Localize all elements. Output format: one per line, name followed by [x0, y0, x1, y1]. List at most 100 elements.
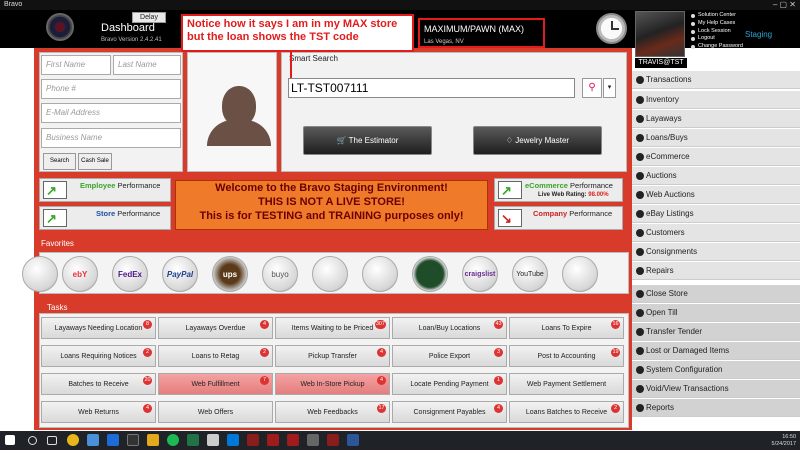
money-favorite-icon[interactable] — [362, 256, 398, 292]
sidebar-item-reports[interactable]: Reports — [632, 399, 800, 417]
task-consignment-payables[interactable]: Consignment Payables 4 — [392, 401, 507, 423]
sidebar-item-close-store[interactable]: Close Store — [632, 285, 800, 303]
change-password-link[interactable]: Change Password — [690, 43, 743, 51]
task-loans-batches-to-receive[interactable]: Loans Batches to Receive 2 — [509, 401, 624, 423]
buyo-favorite-icon[interactable]: buyo — [262, 256, 298, 292]
youtube-favorite-icon[interactable]: YouTube — [512, 256, 548, 292]
fedex-favorite-icon[interactable]: FedEx — [112, 256, 148, 292]
estimator-button[interactable]: 🛒 The Estimator — [303, 126, 432, 155]
excel-icon[interactable] — [187, 434, 199, 446]
logout-link[interactable]: Logout — [690, 35, 743, 43]
app-icon[interactable] — [287, 434, 299, 446]
task-web-offers[interactable]: Web Offers — [158, 401, 273, 423]
solution-center-link[interactable]: Solution Center — [690, 12, 743, 20]
task-count-badge: 20 — [143, 376, 152, 385]
task-count-badge: 307 — [374, 320, 386, 329]
ecommerce-performance-tile[interactable]: ↗ eCommerce Performance Live Web Rating:… — [494, 178, 623, 202]
sidebar-item-lost-damaged[interactable]: Lost or Damaged Items — [632, 342, 800, 360]
sidebar-item-repairs[interactable]: Repairs — [632, 262, 800, 280]
app-icon[interactable] — [247, 434, 259, 446]
sidebar-item-layaways[interactable]: Layaways — [632, 110, 800, 128]
paypal-favorite-icon[interactable]: PayPal — [162, 256, 198, 292]
file-explorer-icon[interactable] — [147, 434, 159, 446]
blank-favorite-icon[interactable] — [562, 256, 598, 292]
first-name-field[interactable]: First Name — [41, 55, 111, 75]
task-view-icon[interactable] — [47, 436, 57, 445]
task-loan-buy-locations[interactable]: Loan/Buy Locations 43 — [392, 317, 507, 339]
sidebar-item-loans-buys[interactable]: Loans/Buys — [632, 129, 800, 147]
app-icon[interactable] — [307, 434, 319, 446]
task-web-payment-settlement[interactable]: Web Payment Settlement — [509, 373, 624, 395]
task-count-badge: 2 — [611, 404, 620, 413]
sidebar-item-ebay-listings[interactable]: eBay Listings — [632, 205, 800, 223]
task-layaways-overdue[interactable]: Layaways Overdue 4 — [158, 317, 273, 339]
task-locate-pending-payment[interactable]: Locate Pending Payment 1 — [392, 373, 507, 395]
user-name: TRAVIS@TST — [635, 58, 687, 68]
task-loans-requiring-notices[interactable]: Loans Requiring Notices 2 — [41, 345, 156, 367]
delay-button[interactable]: Delay — [132, 12, 166, 23]
ebay-favorite-icon[interactable]: ebY — [62, 256, 98, 292]
sidebar-item-consignments[interactable]: Consignments — [632, 243, 800, 261]
task-layaways-needing-location[interactable]: Layaways Needing Location 8 — [41, 317, 156, 339]
bullet-icon — [636, 134, 644, 142]
task-items-waiting-priced[interactable]: Items Waiting to be Priced 307 — [275, 317, 390, 339]
windows-start-icon[interactable] — [5, 435, 15, 445]
help-cases-link[interactable]: My Help Cases — [690, 20, 743, 28]
employee-performance-tile[interactable]: ↗ Employee Performance — [39, 178, 171, 202]
task-web-feedbacks[interactable]: Web Feedbacks 17 — [275, 401, 390, 423]
usps-favorite-icon[interactable] — [312, 256, 348, 292]
app-icon[interactable] — [87, 434, 99, 446]
task-pickup-transfer[interactable]: Pickup Transfer 4 — [275, 345, 390, 367]
sidebar-item-customers[interactable]: Customers — [632, 224, 800, 242]
lock-session-link[interactable]: Lock Session — [690, 28, 743, 36]
sidebar-item-system-configuration[interactable]: System Configuration — [632, 361, 800, 379]
ups-favorite-icon[interactable]: ups — [212, 256, 248, 292]
page-title: Dashboard — [101, 22, 155, 34]
store-performance-tile[interactable]: ↗ Store Performance — [39, 206, 171, 230]
business-name-field[interactable]: Business Name — [41, 128, 181, 148]
sidebar-item-transfer-tender[interactable]: Transfer Tender — [632, 323, 800, 341]
sidebar-item-ecommerce[interactable]: eCommerce — [632, 148, 800, 166]
email-field[interactable]: E-Mail Address — [41, 103, 181, 123]
task-count-badge: 4 — [494, 404, 503, 413]
sidebar-item-open-till[interactable]: Open Till — [632, 304, 800, 322]
task-loans-to-expire[interactable]: Loans To Expire 16 — [509, 317, 624, 339]
sidebar-item-inventory[interactable]: Inventory — [632, 91, 800, 109]
task-post-to-accounting[interactable]: Post to Accounting 19 — [509, 345, 624, 367]
word-icon[interactable] — [347, 434, 359, 446]
app-icon[interactable] — [227, 434, 239, 446]
app-icon[interactable] — [207, 434, 219, 446]
bravo-favorite-icon[interactable] — [22, 256, 58, 292]
cortana-search-icon[interactable] — [28, 436, 37, 445]
smart-search-input[interactable]: LT-TST007111 — [288, 78, 575, 98]
magnifier-icon[interactable]: ⚲ — [582, 78, 602, 98]
chevron-down-icon[interactable]: ▾ — [603, 78, 616, 98]
cash-sale-button[interactable]: Cash Sale — [78, 153, 112, 170]
phone-field[interactable]: Phone # — [41, 79, 181, 99]
task-web-returns[interactable]: Web Returns 4 — [41, 401, 156, 423]
sidebar-item-transactions[interactable]: Transactions — [632, 71, 800, 89]
app-icon[interactable] — [267, 434, 279, 446]
spotify-icon[interactable] — [167, 434, 179, 446]
task-web-in-store-pickup[interactable]: Web In-Store Pickup 4 — [275, 373, 390, 395]
sidebar-item-web-auctions[interactable]: Web Auctions — [632, 186, 800, 204]
app-icon[interactable] — [327, 434, 339, 446]
sidebar-item-auctions[interactable]: Auctions — [632, 167, 800, 185]
task-web-fulfillment[interactable]: Web Fulfillment 7 — [158, 373, 273, 395]
task-batches-to-receive[interactable]: Batches to Receive 20 — [41, 373, 156, 395]
jewelry-master-button[interactable]: ♢ Jewelry Master — [473, 126, 602, 155]
window-controls[interactable]: – ▢ ✕ — [773, 0, 796, 10]
chrome-icon[interactable] — [67, 434, 79, 446]
last-name-field[interactable]: Last Name — [113, 55, 181, 75]
bullet-icon — [636, 96, 644, 104]
user-avatar[interactable] — [635, 11, 685, 57]
craigslist-favorite-icon[interactable]: craigslist — [462, 256, 498, 292]
task-police-export[interactable]: Police Export 3 — [392, 345, 507, 367]
app-icon[interactable] — [107, 434, 119, 446]
app-icon[interactable] — [127, 434, 139, 446]
company-performance-tile[interactable]: ↘ Company Performance — [494, 206, 623, 230]
task-loans-to-retag[interactable]: Loans to Retag 2 — [158, 345, 273, 367]
sidebar-item-void-view-transactions[interactable]: Void/View Transactions — [632, 380, 800, 398]
seal-favorite-icon[interactable] — [412, 256, 448, 292]
search-button[interactable]: Search — [43, 153, 76, 170]
